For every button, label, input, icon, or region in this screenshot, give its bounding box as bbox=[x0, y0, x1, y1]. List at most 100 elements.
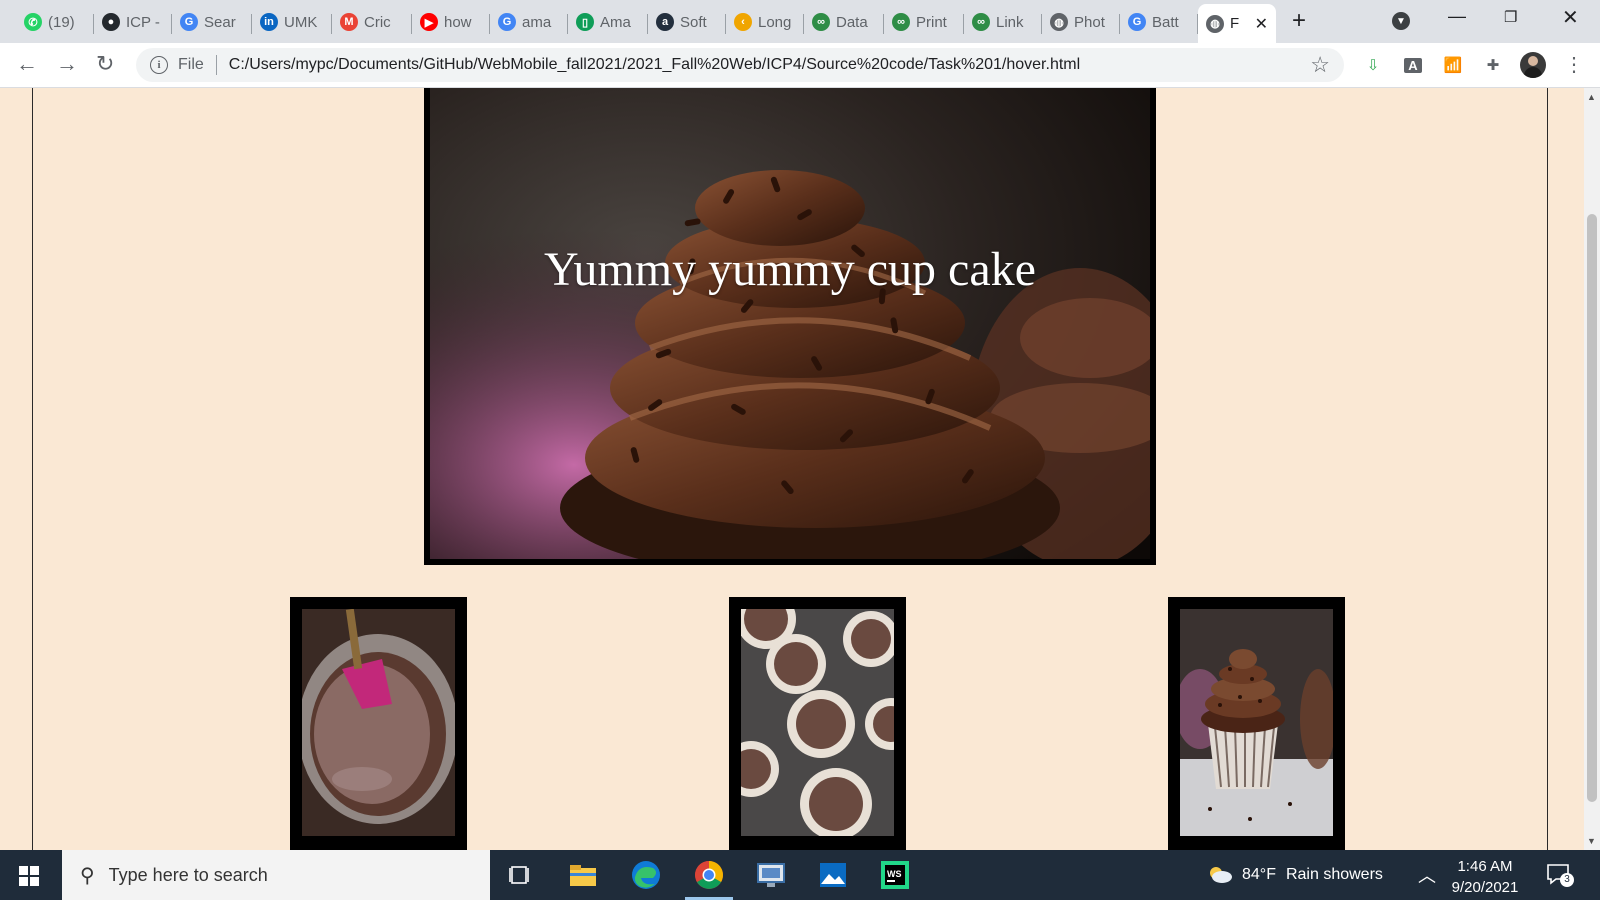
batter-bowl-image bbox=[302, 609, 455, 836]
tab-title: (19) bbox=[48, 13, 75, 31]
profile-avatar[interactable] bbox=[1520, 52, 1546, 78]
globe-icon: ◍ bbox=[1050, 13, 1068, 31]
browser-tab[interactable]: ‹ Long bbox=[726, 8, 804, 36]
browser-toolbar: ← → ↻ i File C:/Users/mypc/Documents/Git… bbox=[0, 43, 1600, 88]
forward-icon[interactable]: → bbox=[56, 52, 78, 76]
photos-icon[interactable] bbox=[816, 858, 850, 892]
info-icon[interactable]: i bbox=[150, 56, 168, 74]
browser-tab[interactable]: ● ICP - bbox=[94, 8, 172, 36]
edge-browser-icon[interactable] bbox=[629, 858, 663, 892]
amazon-icon: a bbox=[656, 13, 674, 31]
address-bar[interactable]: i File C:/Users/mypc/Documents/GitHub/We… bbox=[136, 48, 1344, 82]
tab-title: Sear bbox=[204, 13, 236, 31]
clock-time: 1:46 AM bbox=[1457, 858, 1513, 875]
gmail-icon: M bbox=[340, 13, 358, 31]
notification-count-badge: 3 bbox=[1560, 873, 1574, 887]
browser-tab[interactable]: ∞ Print bbox=[884, 8, 964, 36]
browser-tab[interactable]: ▯ Ama bbox=[568, 8, 648, 36]
browser-tab[interactable]: ∞ Data bbox=[804, 8, 884, 36]
tab-title: Link bbox=[996, 13, 1024, 31]
scrollbar-thumb[interactable] bbox=[1587, 214, 1597, 802]
browser-tab[interactable]: ◍ F ✕ bbox=[1198, 4, 1276, 43]
tab-title: ICP - bbox=[126, 13, 160, 31]
extension-a-icon[interactable]: A bbox=[1402, 54, 1424, 76]
scroll-up-arrow-icon[interactable]: ▲ bbox=[1587, 92, 1596, 102]
extension-download-icon[interactable]: ⇩ bbox=[1362, 54, 1384, 76]
sheets-icon: ▯ bbox=[576, 13, 594, 31]
geeksforgeeks-icon: ∞ bbox=[892, 13, 910, 31]
remote-desktop-icon[interactable] bbox=[754, 858, 788, 892]
svg-text:WS: WS bbox=[887, 869, 902, 879]
minimize-icon[interactable]: — bbox=[1448, 6, 1466, 27]
taskbar-search-placeholder: Type here to search bbox=[108, 864, 268, 885]
tab-title: Phot bbox=[1074, 13, 1105, 31]
browser-tab[interactable]: Gama bbox=[490, 8, 568, 36]
file-explorer-icon[interactable] bbox=[566, 858, 600, 892]
omnibox-divider bbox=[215, 55, 217, 75]
tab-strip: + ▼ — ❐ ✕ ✆ (19) ● ICP - G Sear in UMK M Cric ▶ how… bbox=[0, 0, 1600, 43]
show-hidden-icons-chevron-icon[interactable]: ︿ bbox=[1418, 850, 1436, 900]
tab-title: F bbox=[1230, 15, 1240, 32]
google-icon: G bbox=[1128, 13, 1146, 31]
page-viewport: Yummy yummy cup cake bbox=[0, 88, 1584, 850]
back-icon[interactable]: ← bbox=[16, 52, 38, 76]
tab-title: Ama bbox=[600, 13, 631, 31]
hero-image-frame[interactable]: Yummy yummy cup cake bbox=[424, 88, 1156, 565]
browser-tab[interactable]: G Sear bbox=[172, 8, 252, 36]
restore-icon[interactable]: ❐ bbox=[1504, 8, 1517, 26]
github-icon: ● bbox=[102, 13, 120, 31]
kebab-menu-icon[interactable]: ⋮ bbox=[1564, 52, 1584, 77]
page-border-right bbox=[1547, 88, 1548, 850]
frosted-cupcake-image bbox=[1180, 609, 1333, 836]
task-view-icon[interactable] bbox=[503, 858, 537, 892]
tab-title: ama bbox=[522, 13, 552, 31]
browser-tab[interactable]: a Soft bbox=[648, 8, 726, 36]
weather-temperature: 84°F bbox=[1242, 866, 1276, 883]
tab-title: how bbox=[444, 13, 472, 31]
scheme-label: File bbox=[178, 56, 204, 73]
webstorm-icon[interactable]: WS bbox=[878, 858, 912, 892]
thumbnail-cupcake[interactable] bbox=[1168, 597, 1345, 850]
tab-title: UMK bbox=[284, 13, 318, 31]
linkedin-icon: in bbox=[260, 13, 278, 31]
windows-start-icon[interactable] bbox=[19, 866, 39, 886]
close-window-icon[interactable]: ✕ bbox=[1562, 5, 1579, 30]
tab-title: Cric bbox=[364, 13, 391, 31]
hero-cupcake-image: Yummy yummy cup cake bbox=[430, 88, 1150, 559]
bookmark-star-icon[interactable]: ☆ bbox=[1310, 52, 1330, 78]
page-border-left bbox=[32, 88, 33, 850]
new-tab-button[interactable]: + bbox=[1292, 8, 1306, 34]
tab-title: Print bbox=[916, 13, 947, 31]
thumbnail-muffin-tin[interactable] bbox=[729, 597, 906, 850]
browser-tab[interactable]: ▶ how bbox=[412, 8, 490, 36]
extension-chart-icon[interactable]: 📶 bbox=[1442, 54, 1464, 76]
url-text[interactable]: C:/Users/mypc/Documents/GitHub/WebMobile… bbox=[229, 56, 1080, 74]
browser-tab[interactable]: ∞ Link bbox=[964, 8, 1042, 36]
youtube-icon: ▶ bbox=[420, 13, 438, 31]
browser-tab[interactable]: ✆ (19) bbox=[16, 8, 94, 36]
tab-search-icon[interactable]: ▼ bbox=[1392, 12, 1410, 30]
search-icon: ⚲ bbox=[80, 864, 95, 887]
page-scrollbar[interactable]: ▲ ▼ bbox=[1584, 88, 1600, 850]
rain-cloud-icon bbox=[1210, 867, 1232, 883]
tab-title: Soft bbox=[680, 13, 707, 31]
browser-tab[interactable]: G Batt bbox=[1120, 8, 1198, 36]
thumbnail-batter[interactable] bbox=[290, 597, 467, 850]
reload-icon[interactable]: ↻ bbox=[96, 52, 114, 76]
scroll-down-arrow-icon[interactable]: ▼ bbox=[1587, 836, 1596, 846]
extensions-puzzle-icon[interactable]: ✚ bbox=[1482, 54, 1504, 76]
weather-widget[interactable]: 84°F Rain showers bbox=[1206, 850, 1383, 900]
browser-tab[interactable]: in UMK bbox=[252, 8, 332, 36]
chrome-icon[interactable] bbox=[685, 858, 733, 900]
taskbar-clock[interactable]: 1:46 AM 9/20/2021 bbox=[1438, 856, 1532, 898]
taskbar-search-box[interactable]: ⚲ Type here to search bbox=[62, 850, 490, 900]
tab-title: Batt bbox=[1152, 13, 1179, 31]
weather-condition: Rain showers bbox=[1285, 866, 1383, 883]
browser-tab[interactable]: ◍ Phot bbox=[1042, 8, 1120, 36]
notification-center-icon[interactable]: 3 bbox=[1546, 863, 1574, 887]
browser-tab[interactable]: M Cric bbox=[332, 8, 412, 36]
tab-close-icon[interactable]: ✕ bbox=[1255, 14, 1268, 34]
geeksforgeeks-icon: ∞ bbox=[812, 13, 830, 31]
windows-taskbar: ⚲ Type here to search WS 84°F Rain showe… bbox=[0, 850, 1600, 900]
tab-title: Data bbox=[836, 13, 868, 31]
